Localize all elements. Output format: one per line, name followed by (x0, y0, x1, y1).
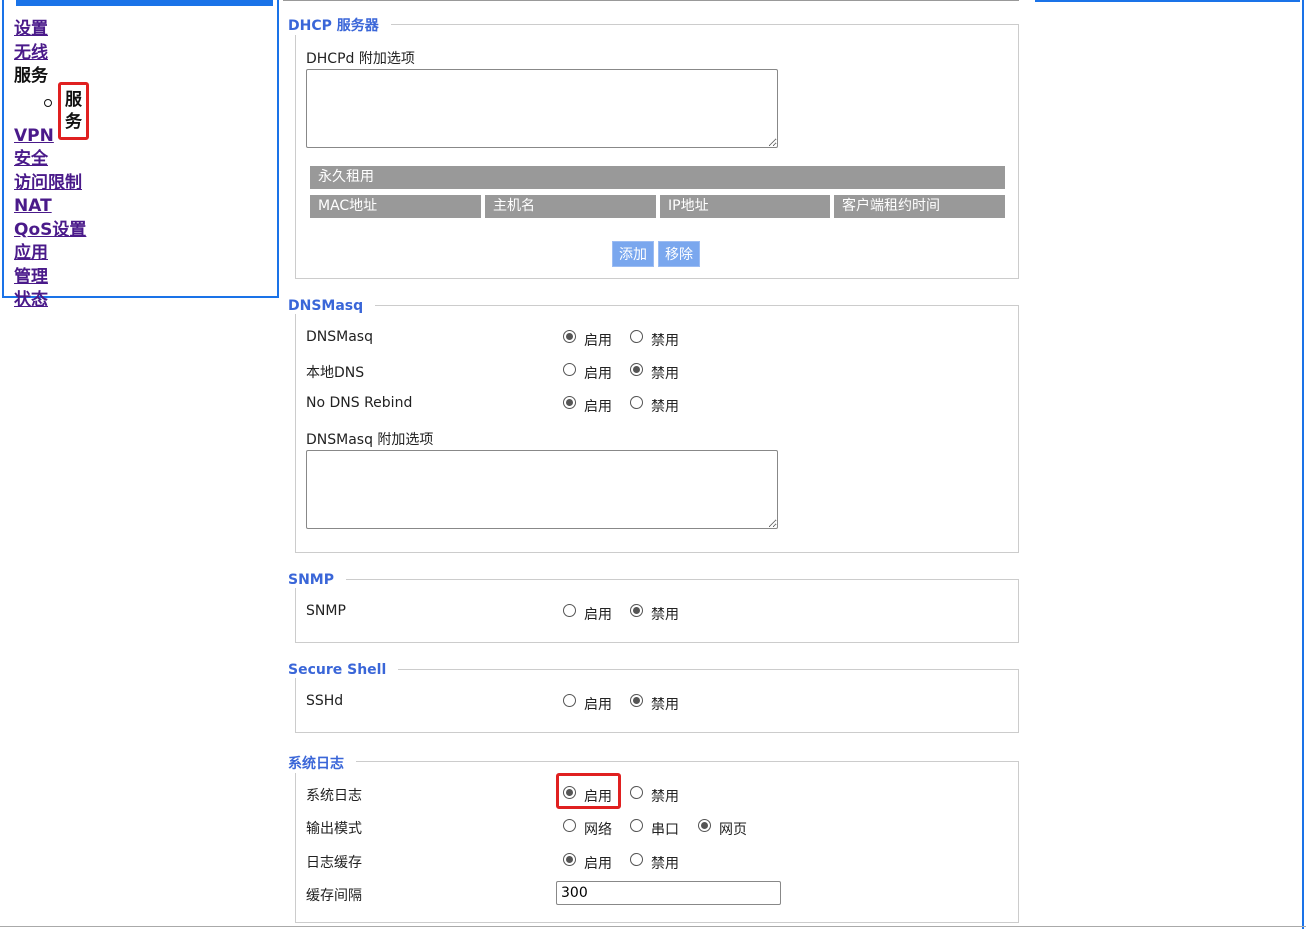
remove-lease-button[interactable]: 移除 (658, 241, 700, 267)
sidebar: 设置 无线 服务 服务 VPN 安全 访问限制 NAT QoS设置 应用 管理 … (2, 0, 279, 310)
dnsmasq-enable-radio[interactable] (563, 330, 576, 343)
dnsmasq-enable-label: 启用 (584, 333, 612, 349)
sidebar-link-nat[interactable]: NAT (14, 196, 52, 216)
local-dns-disable-radio[interactable] (630, 363, 643, 376)
log-cache-disable-label: 禁用 (651, 856, 679, 872)
no-dns-rebind-label: No DNS Rebind (306, 395, 413, 411)
right-panel-border (1302, 0, 1304, 929)
column-ip: IP地址 (660, 195, 830, 218)
sidebar-nav-list: 设置 无线 服务 服务 VPN 安全 访问限制 NAT QoS设置 应用 管理 … (14, 18, 89, 313)
sidebar-link-status[interactable]: 状态 (14, 290, 48, 310)
local-dns-enable-radio[interactable] (563, 363, 576, 376)
no-dns-rebind-enable-radio[interactable] (563, 396, 576, 409)
log-cache-enable-radio[interactable] (563, 853, 576, 866)
sidebar-item-access-restrictions[interactable]: 访问限制 (14, 172, 86, 196)
sidebar-item-administration[interactable]: 管理 (14, 266, 86, 290)
sidebar-subitem-services-label[interactable]: 服务 (58, 81, 89, 140)
log-cache-enable-label: 启用 (584, 856, 612, 872)
sidebar-item-applications[interactable]: 应用 (14, 242, 86, 266)
sshd-disable-label: 禁用 (651, 697, 679, 713)
sidebar-link-applications[interactable]: 应用 (14, 243, 48, 263)
sshd-enable-label: 启用 (584, 697, 612, 713)
sshd-enable-radio[interactable] (563, 694, 576, 707)
no-dns-rebind-enable-label: 启用 (584, 399, 612, 415)
dnsmasq-disable-label: 禁用 (651, 333, 679, 349)
sidebar-link-security[interactable]: 安全 (14, 149, 48, 169)
sidebar-link-vpn[interactable]: VPN (14, 126, 54, 146)
no-dns-rebind-disable-label: 禁用 (651, 399, 679, 415)
output-mode-label: 输出模式 (306, 821, 362, 837)
snmp-enable-radio[interactable] (563, 604, 576, 617)
dnsmasq-disable-radio[interactable] (630, 330, 643, 343)
snmp-enable-label: 启用 (584, 607, 612, 623)
dnsmasq-label: DNSMasq (306, 329, 373, 345)
syslog-label: 系统日志 (306, 788, 362, 804)
static-leases-table-title: 永久租用 (310, 166, 1005, 189)
sshd-disable-radio[interactable] (630, 694, 643, 707)
sidebar-link-qos[interactable]: QoS设置 (14, 220, 86, 240)
log-cache-label: 日志缓存 (306, 855, 362, 871)
cache-interval-label: 缓存间隔 (306, 888, 362, 904)
column-hostname: 主机名 (485, 195, 656, 218)
output-network-label: 网络 (584, 822, 612, 838)
sidebar-item-nat[interactable]: NAT (14, 195, 86, 219)
dnsmasq-options-label: DNSMasq 附加选项 (306, 432, 434, 448)
local-dns-disable-label: 禁用 (651, 366, 679, 382)
sidebar-link-administration[interactable]: 管理 (14, 267, 48, 287)
sidebar-link-access-restrictions[interactable]: 访问限制 (14, 173, 82, 193)
column-mac: MAC地址 (310, 195, 481, 218)
cache-interval-input[interactable] (556, 881, 781, 905)
sidebar-item-status[interactable]: 状态 (14, 289, 86, 313)
add-lease-button[interactable]: 添加 (612, 241, 654, 267)
snmp-disable-radio[interactable] (630, 604, 643, 617)
sidebar-top-bar (16, 0, 273, 6)
output-serial-label: 串口 (651, 822, 679, 838)
log-cache-disable-radio[interactable] (630, 853, 643, 866)
sshd-label: SSHd (306, 693, 344, 709)
sidebar-item-security[interactable]: 安全 (14, 148, 86, 172)
output-web-label: 网页 (719, 822, 747, 838)
dnsmasq-options-textarea[interactable] (306, 450, 778, 529)
bottom-divider (0, 926, 1306, 927)
ssh-legend: Secure Shell (288, 662, 399, 678)
sidebar-item-setup[interactable]: 设置 (14, 18, 86, 42)
snmp-legend: SNMP (288, 572, 346, 588)
syslog-enable-radio[interactable] (563, 786, 576, 799)
syslog-disable-radio[interactable] (630, 786, 643, 799)
sidebar-link-setup[interactable]: 设置 (14, 19, 48, 39)
dhcp-legend: DHCP 服务器 (288, 15, 391, 35)
page: 设置 无线 服务 服务 VPN 安全 访问限制 NAT QoS设置 应用 管理 … (0, 0, 1306, 929)
local-dns-label: 本地DNS (306, 365, 365, 381)
right-panel-top-border (1035, 0, 1300, 2)
output-serial-radio[interactable] (630, 819, 643, 832)
output-network-radio[interactable] (563, 819, 576, 832)
syslog-legend: 系统日志 (288, 753, 356, 773)
local-dns-enable-label: 启用 (584, 366, 612, 382)
bullet-icon (44, 98, 52, 107)
sidebar-link-wireless[interactable]: 无线 (14, 43, 48, 63)
top-divider (283, 0, 1019, 1)
column-lease-time: 客户端租约时间 (834, 195, 1005, 218)
sidebar-item-qos[interactable]: QoS设置 (14, 219, 86, 243)
syslog-enable-label: 启用 (584, 789, 612, 805)
dhcpd-options-label: DHCPd 附加选项 (306, 51, 415, 67)
syslog-disable-label: 禁用 (651, 789, 679, 805)
snmp-disable-label: 禁用 (651, 607, 679, 623)
no-dns-rebind-disable-radio[interactable] (630, 396, 643, 409)
snmp-label: SNMP (306, 603, 346, 619)
dhcpd-options-textarea[interactable] (306, 69, 778, 148)
sidebar-item-wireless[interactable]: 无线 (14, 42, 86, 66)
sidebar-subitem-services[interactable]: 服务 (14, 81, 89, 140)
output-web-radio[interactable] (698, 819, 711, 832)
dnsmasq-legend: DNSMasq (288, 298, 376, 314)
